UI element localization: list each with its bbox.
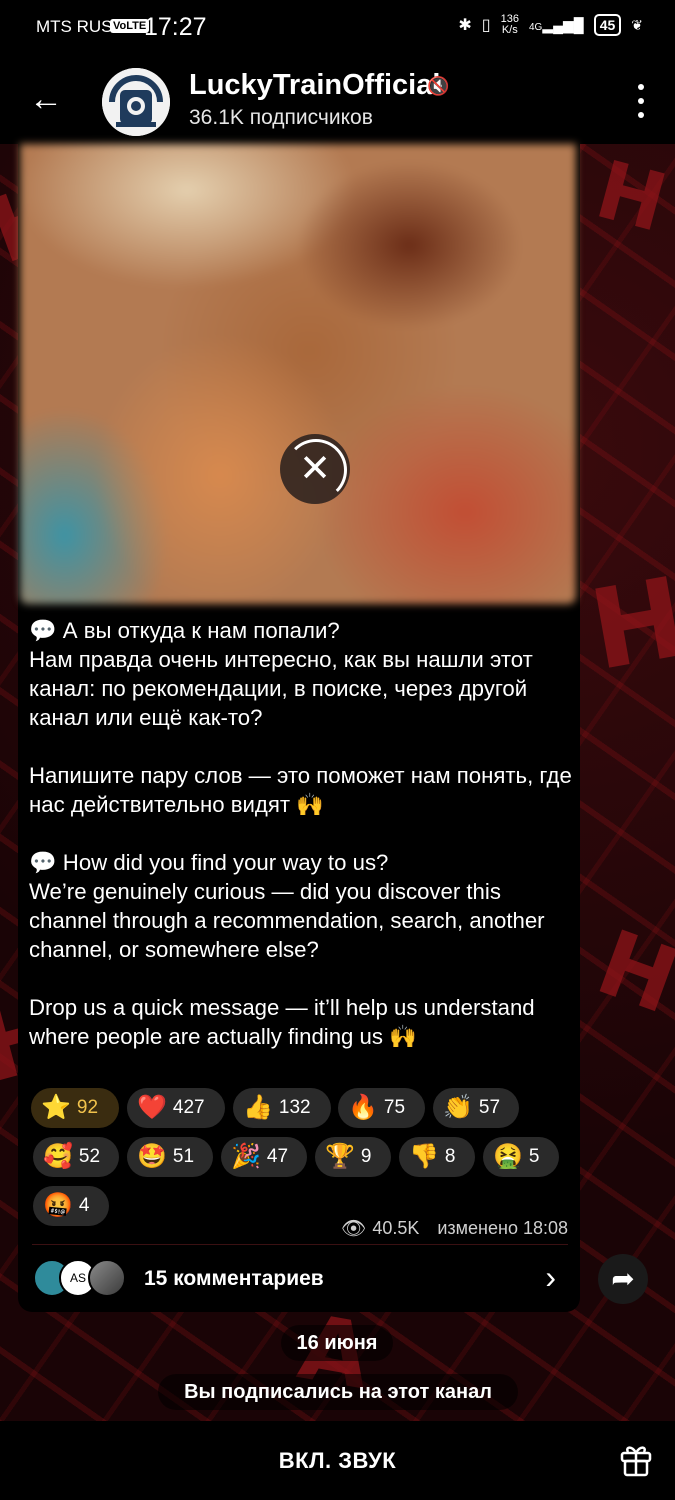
reaction-heart[interactable]: ❤️ 427	[127, 1088, 225, 1128]
clock: 17:27	[144, 13, 207, 41]
channel-title[interactable]: LuckyTrainOfficial	[189, 69, 440, 102]
reaction-count: 47	[266, 1146, 289, 1167]
reaction-thumbs-down[interactable]: 👎 8	[399, 1137, 475, 1177]
party-popper-icon: 🎉	[231, 1143, 261, 1170]
signal-icon: 4G▂▄▆█	[528, 16, 584, 33]
star-struck-icon: 🤩	[137, 1143, 167, 1170]
net-speed: 136 K/s	[501, 14, 519, 36]
leaf-icon: ❦	[631, 16, 643, 33]
share-button[interactable]: ➦	[598, 1254, 648, 1304]
post-paragraph: 💬 How did you find your way to us? We’re…	[29, 850, 545, 962]
reaction-thumbs-up[interactable]: 👍 132	[233, 1088, 331, 1128]
smiling-hearts-icon: 🥰	[43, 1143, 73, 1170]
heart-icon: ❤️	[137, 1094, 167, 1121]
bottom-bar: ВКЛ. ЗВУК	[0, 1421, 675, 1500]
edited-label: изменено 18:08	[437, 1218, 568, 1238]
reaction-count: 51	[172, 1146, 195, 1167]
reaction-count: 8	[444, 1146, 456, 1167]
net-speed-unit: K/s	[501, 24, 518, 36]
star-icon: ⭐	[41, 1094, 71, 1121]
post-text: 💬 А вы откуда к нам попали? Нам правда о…	[29, 616, 574, 1051]
bluetooth-icon: ✱	[458, 17, 472, 34]
subscriber-count: 36.1K подписчиков	[189, 106, 373, 129]
vibrate-icon: ▯	[481, 17, 491, 34]
reaction-clap[interactable]: 👏 57	[433, 1088, 519, 1128]
reaction-star[interactable]: ⭐ 92	[31, 1088, 119, 1128]
carrier-label: MTS RUS	[36, 17, 113, 36]
cursing-face-icon: 🤬	[43, 1192, 73, 1219]
post-paragraph: 💬 А вы откуда к нам попали? Нам правда о…	[29, 618, 533, 730]
clap-icon: 👏	[443, 1094, 473, 1121]
share-arrow-icon: ➦	[611, 1263, 635, 1294]
service-message: Вы подписались на этот канал	[158, 1374, 518, 1410]
reaction-count: 57	[478, 1097, 501, 1118]
unmute-button[interactable]: ВКЛ. ЗВУК	[0, 1421, 675, 1500]
wallpaper-glyph: H	[587, 142, 675, 251]
post-meta: 👁 40.5K изменено 18:08	[341, 1216, 568, 1241]
gift-glyph	[620, 1446, 652, 1477]
comments-count: 15 комментариев	[144, 1267, 324, 1290]
thumbs-down-icon: 👎	[409, 1143, 439, 1170]
status-bar: MTS RUS VoLTE 17:27 ✱ ▯ 136 K/s 4G▂▄▆█ 4…	[0, 0, 675, 56]
battery-icon: 45	[593, 14, 622, 36]
channel-avatar[interactable]	[102, 68, 170, 136]
post-paragraph: Drop us a quick message — it’ll help us …	[29, 995, 535, 1049]
comments-button[interactable]: AS 15 комментариев ›	[18, 1245, 580, 1309]
train-logo-icon	[102, 68, 170, 136]
reaction-smiling-hearts[interactable]: 🥰 52	[33, 1137, 119, 1177]
chevron-right-icon: ›	[545, 1259, 556, 1295]
reaction-fire[interactable]: 🔥 75	[338, 1088, 425, 1128]
network-type: 4G	[528, 21, 543, 33]
reaction-cursing[interactable]: 🤬 4	[33, 1186, 109, 1226]
cancel-download-button[interactable]: ✕	[280, 434, 350, 504]
battery-level: 45	[599, 17, 616, 33]
close-icon: ✕	[299, 448, 331, 490]
wallpaper-glyph: H	[581, 552, 675, 696]
date-separator: 16 июня	[281, 1325, 393, 1361]
reaction-star-struck[interactable]: 🤩 51	[127, 1137, 213, 1177]
commenter-avatar	[88, 1259, 126, 1297]
gift-icon[interactable]	[619, 1441, 653, 1477]
wallpaper-glyph: H	[584, 910, 675, 1035]
status-icons: ✱ ▯ 136 K/s 4G▂▄▆█ 45 ❦	[458, 14, 643, 36]
fire-icon: 🔥	[348, 1094, 378, 1121]
reaction-count: 75	[383, 1097, 406, 1118]
reaction-count: 4	[78, 1195, 90, 1216]
reaction-count: 132	[278, 1097, 311, 1118]
chat-header: ← LuckyTrainOfficial 🔇 36.1K подписчиков	[0, 56, 675, 144]
reaction-trophy[interactable]: 🏆 9	[315, 1137, 391, 1177]
reaction-count: 5	[528, 1146, 540, 1167]
reaction-party[interactable]: 🎉 47	[221, 1137, 307, 1177]
view-count: 40.5K	[372, 1218, 420, 1238]
eye-icon: 👁	[340, 1218, 367, 1240]
reaction-count: 92	[76, 1097, 99, 1118]
trophy-icon: 🏆	[325, 1143, 355, 1170]
reaction-count: 427	[172, 1097, 205, 1118]
reaction-count: 9	[360, 1146, 372, 1167]
post-media[interactable]	[20, 144, 576, 604]
back-arrow-icon[interactable]: ←	[26, 80, 66, 120]
reaction-count: 52	[78, 1146, 101, 1167]
more-menu-icon[interactable]	[631, 84, 651, 118]
muted-speaker-icon: 🔇	[427, 76, 450, 96]
vomit-face-icon: 🤮	[493, 1143, 523, 1170]
thumbs-up-icon: 👍	[243, 1094, 273, 1121]
channel-post: ✕ 💬 А вы откуда к нам попали? Нам правда…	[18, 144, 580, 1312]
post-paragraph: Напишите пару слов — это поможет нам пон…	[29, 763, 572, 817]
reaction-vomit[interactable]: 🤮 5	[483, 1137, 559, 1177]
